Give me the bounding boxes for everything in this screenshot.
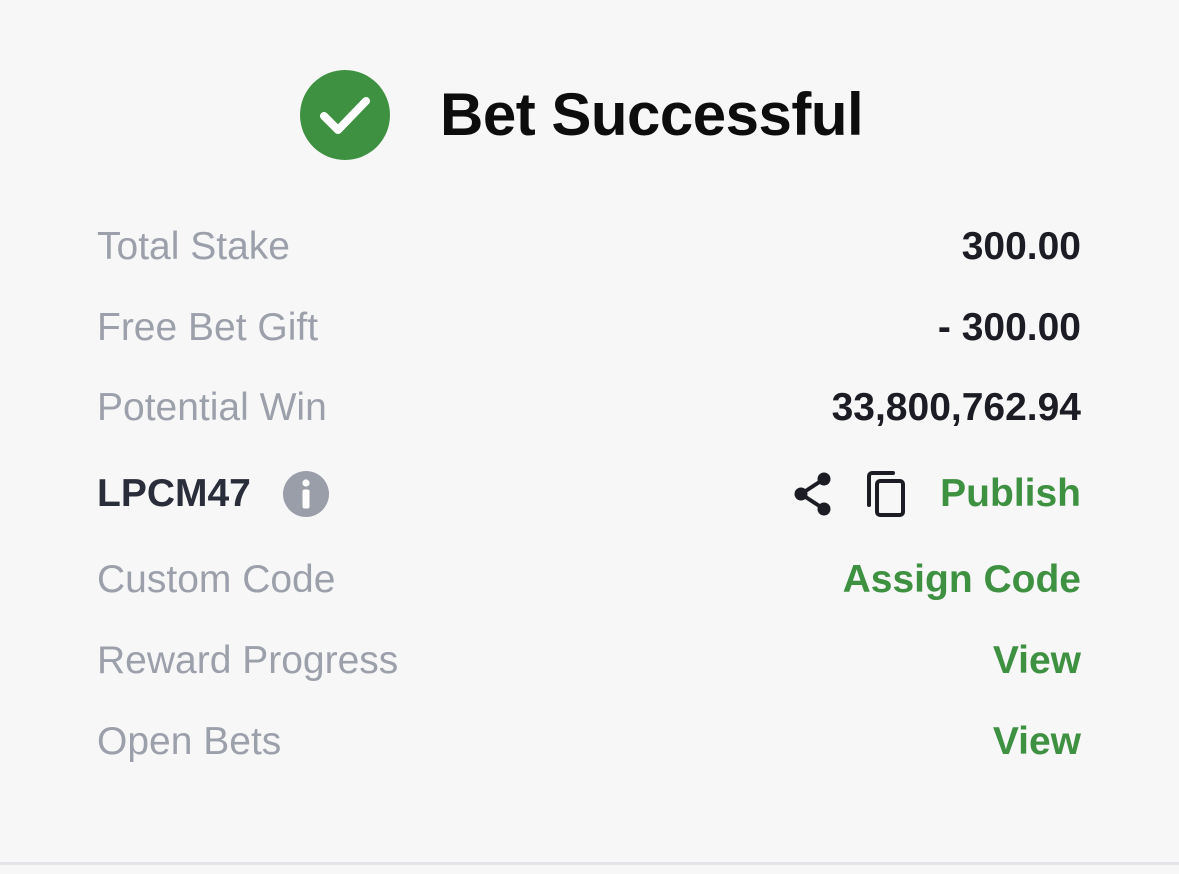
total-stake-row: Total Stake 300.00 — [97, 217, 1081, 277]
share-icon[interactable] — [790, 470, 836, 518]
free-bet-value: - 300.00 — [937, 306, 1081, 349]
potential-win-value: 33,800,762.94 — [831, 386, 1081, 429]
free-bet-row: Free Bet Gift - 300.00 — [97, 298, 1081, 358]
reward-progress-label: Reward Progress — [97, 639, 399, 682]
bottom-divider — [0, 862, 1179, 865]
reward-progress-row: Reward Progress View — [97, 631, 1081, 691]
assign-code-button[interactable]: Assign Code — [843, 550, 1081, 610]
page-title: Bet Successful — [440, 81, 864, 148]
total-stake-label: Total Stake — [97, 225, 290, 268]
free-bet-label: Free Bet Gift — [97, 306, 319, 349]
check-circle-icon — [300, 70, 390, 160]
publish-button[interactable]: Publish — [940, 464, 1081, 524]
potential-win-row: Potential Win 33,800,762.94 — [97, 378, 1081, 438]
open-bets-row: Open Bets View — [97, 712, 1081, 772]
booking-code: LPCM47 — [97, 472, 251, 515]
info-icon[interactable] — [283, 471, 329, 517]
booking-code-row: LPCM47 Publish — [97, 464, 1081, 524]
open-bets-label: Open Bets — [97, 720, 282, 763]
custom-code-row: Custom Code Assign Code — [97, 550, 1081, 610]
copy-icon[interactable] — [863, 469, 909, 519]
open-bets-view-button[interactable]: View — [993, 712, 1081, 772]
potential-win-label: Potential Win — [97, 386, 327, 429]
total-stake-value: 300.00 — [961, 225, 1081, 268]
success-header: Bet Successful — [0, 70, 1179, 162]
reward-progress-view-button[interactable]: View — [993, 631, 1081, 691]
custom-code-label: Custom Code — [97, 558, 336, 601]
